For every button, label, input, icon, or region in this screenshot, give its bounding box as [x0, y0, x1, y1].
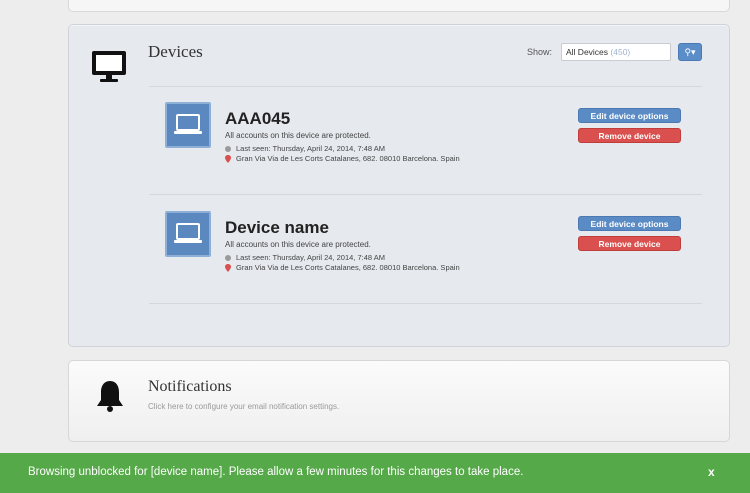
notifications-panel[interactable]: Notifications Click here to configure yo…: [68, 360, 730, 442]
divider: [149, 303, 702, 304]
devices-title: Devices: [148, 42, 203, 61]
device-name: Device name: [225, 218, 329, 237]
show-label: Show:: [527, 47, 553, 57]
previous-card: [68, 0, 730, 12]
location: Gran Via Via de Les Corts Catalanes, 682…: [225, 263, 460, 273]
edit-device-options-button[interactable]: Edit device options: [578, 108, 681, 123]
location: Gran Via Via de Les Corts Catalanes, 682…: [225, 154, 460, 164]
device-row: Device name All accounts on this device …: [165, 211, 705, 301]
bell-icon: [97, 381, 123, 412]
device-status: All accounts on this device are protecte…: [225, 240, 371, 249]
filter-count: (450): [610, 47, 631, 57]
search-icon: ⚲▾: [684, 47, 696, 57]
location-text: Gran Via Via de Les Corts Catalanes, 682…: [236, 263, 460, 272]
last-seen: Last seen: Thursday, April 24, 2014, 7:4…: [225, 144, 385, 153]
device-name: AAA045: [225, 109, 291, 128]
device-filter-select[interactable]: All Devices (450): [561, 43, 671, 61]
notifications-title: Notifications: [148, 378, 232, 395]
device-status: All accounts on this device are protecte…: [225, 131, 371, 140]
device-row: AAA045 All accounts on this device are p…: [165, 102, 705, 192]
status-toast: Browsing unblocked for [device name]. Pl…: [0, 453, 750, 493]
last-seen-text: Last seen: Thursday, April 24, 2014, 7:4…: [236, 144, 385, 153]
search-button[interactable]: ⚲▾: [678, 43, 702, 61]
toast-message: Browsing unblocked for [device name]. Pl…: [28, 466, 524, 478]
filter-value: All Devices: [566, 47, 609, 57]
monitor-icon: [92, 51, 126, 82]
devices-panel: Devices Show: All Devices (450) ⚲▾ AAA04…: [68, 24, 730, 347]
laptop-icon: [165, 211, 211, 257]
notifications-subtitle: Click here to configure your email notif…: [148, 402, 340, 411]
map-pin-icon: [225, 155, 231, 164]
laptop-icon: [165, 102, 211, 148]
clock-icon: [225, 146, 231, 153]
edit-device-options-button[interactable]: Edit device options: [578, 216, 681, 231]
toast-close-button[interactable]: x: [708, 465, 715, 479]
last-seen: Last seen: Thursday, April 24, 2014, 7:4…: [225, 253, 385, 262]
remove-device-button[interactable]: Remove device: [578, 128, 681, 143]
divider: [149, 194, 702, 195]
last-seen-text: Last seen: Thursday, April 24, 2014, 7:4…: [236, 253, 385, 262]
clock-icon: [225, 255, 231, 262]
remove-device-button[interactable]: Remove device: [578, 236, 681, 251]
divider: [149, 86, 702, 87]
map-pin-icon: [225, 264, 231, 273]
location-text: Gran Via Via de Les Corts Catalanes, 682…: [236, 154, 460, 163]
